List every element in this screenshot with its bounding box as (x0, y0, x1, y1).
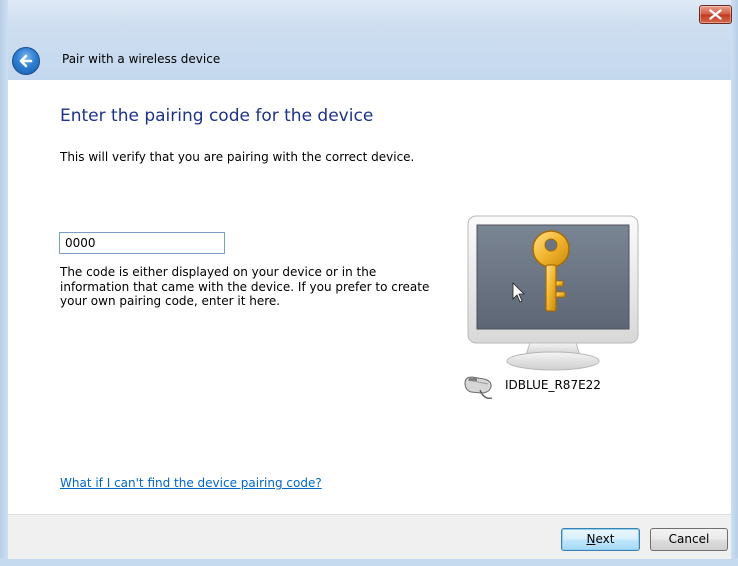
window-title: Pair with a wireless device (62, 52, 221, 66)
window-frame-left (0, 0, 8, 566)
window-frame-right (731, 0, 738, 566)
next-button-label-rest: ext (595, 532, 615, 546)
page-heading: Enter the pairing code for the device (60, 106, 374, 126)
next-button-accelerator: N (586, 532, 596, 546)
next-button[interactable]: Next (561, 528, 640, 551)
close-icon (709, 9, 722, 20)
cancel-button[interactable]: Cancel (650, 528, 728, 551)
pairing-code-input[interactable] (59, 232, 225, 254)
back-button[interactable] (12, 47, 40, 75)
device-name: IDBLUE_R87E22 (505, 378, 601, 392)
mouse-icon (464, 376, 493, 400)
pairing-code-help-link[interactable]: What if I can't find the device pairing … (60, 476, 322, 490)
page-subtitle: This will verify that you are pairing wi… (60, 150, 415, 164)
window-titlebar (0, 0, 738, 80)
back-arrow-icon (19, 54, 33, 68)
close-button[interactable] (699, 5, 732, 24)
window-frame-bottom (0, 558, 738, 566)
pairing-code-help-text: The code is either displayed on your dev… (60, 265, 430, 308)
monitor-key-icon (467, 215, 639, 371)
